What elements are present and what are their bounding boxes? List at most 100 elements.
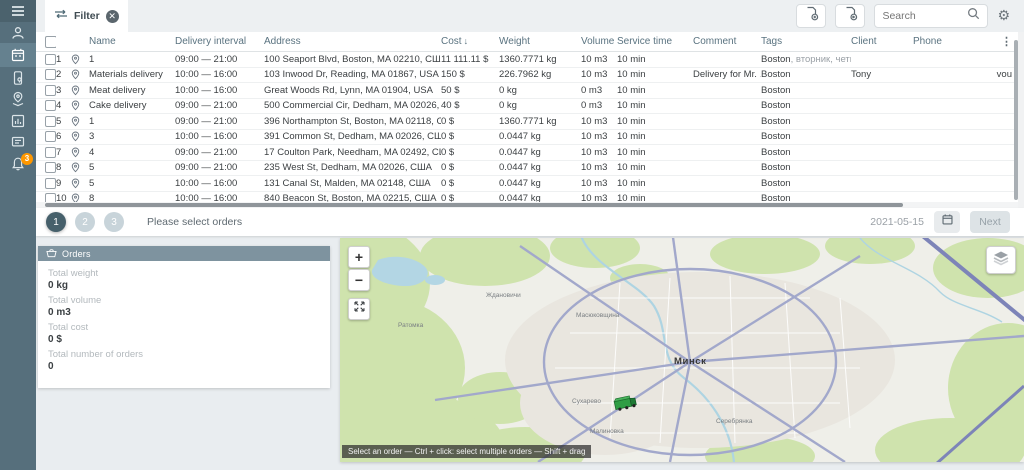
row-checkbox[interactable] [36, 147, 56, 158]
sidebar-item-dispatch[interactable] [0, 67, 36, 88]
summary-field: Total number of orders 0 [48, 349, 320, 372]
row-checkbox[interactable] [36, 116, 56, 127]
step-circle-1[interactable]: 1 [46, 212, 66, 232]
vertical-scrollbar-thumb[interactable] [1014, 40, 1018, 200]
row-checkbox[interactable] [36, 178, 56, 189]
row-checkbox[interactable] [36, 69, 56, 80]
table-row[interactable]: 3 Meat delivery 10:00 — 16:00 Great Wood… [36, 83, 1024, 99]
order-interval: 09:00 — 21:00 [175, 54, 264, 65]
settings-gear-icon[interactable]: ⚙ [997, 9, 1010, 23]
step-circle-2[interactable]: 2 [75, 212, 95, 232]
sidebar-item-reports[interactable] [0, 110, 36, 131]
next-button[interactable]: Next [970, 211, 1010, 233]
sidebar-item-users[interactable] [0, 22, 36, 43]
order-interval: 09:00 — 21:00 [175, 162, 264, 173]
horizontal-scrollbar-thumb[interactable] [45, 203, 903, 207]
table-row[interactable]: 6 3 10:00 — 16:00 391 Common St, Dedham,… [36, 130, 1024, 146]
search-input[interactable] [882, 10, 963, 22]
basket-icon [46, 245, 57, 263]
orders-table: Name Delivery interval Address Cost↓ Wei… [36, 32, 1024, 208]
map-layers-button[interactable] [986, 246, 1016, 274]
order-service-time: 10 min [617, 147, 693, 158]
toolbar-actions: ⚙ [796, 4, 1010, 28]
filter-clear-button[interactable]: ✕ [106, 10, 119, 23]
row-checkbox[interactable] [36, 85, 56, 96]
order-address: Great Woods Rd, Lynn, MA 01904, USA [264, 85, 441, 96]
order-tags: Boston [761, 193, 851, 202]
main-area: Filter ✕ [36, 0, 1024, 470]
order-cost: 0 $ [441, 147, 499, 158]
select-all-checkbox[interactable] [36, 36, 56, 48]
row-checkbox[interactable] [36, 193, 56, 202]
col-header-cost[interactable]: Cost↓ [441, 36, 499, 47]
order-name: Meat delivery [89, 85, 175, 96]
order-tags: Boston [761, 162, 851, 173]
order-weight: 0.0447 kg [499, 162, 581, 173]
order-address: 103 Inwood Dr, Reading, MA 01867, USA [264, 69, 441, 80]
col-header-weight[interactable]: Weight [499, 36, 581, 47]
filter-chip[interactable]: Filter ✕ [45, 0, 128, 32]
column-menu-icon[interactable]: ⋮ [1001, 36, 1012, 48]
table-row[interactable]: 2 Materials delivery 10:00 — 16:00 103 I… [36, 68, 1024, 84]
col-header-phone[interactable]: Phone [913, 36, 977, 47]
row-checkbox[interactable] [36, 54, 56, 65]
table-row[interactable]: 7 4 09:00 — 21:00 17 Coulton Park, Needh… [36, 145, 1024, 161]
order-weight: 226.7962 kg [499, 69, 581, 80]
vertical-scrollbar [1018, 32, 1024, 208]
table-row[interactable]: 5 1 09:00 — 21:00 396 Northampton St, Bo… [36, 114, 1024, 130]
order-cost: 50 $ [441, 85, 499, 96]
order-cost: 0 $ [441, 162, 499, 173]
col-header-address[interactable]: Address [264, 36, 441, 47]
map-district-label: Серебрянка [716, 418, 752, 425]
row-checkbox[interactable] [36, 131, 56, 142]
map-zoom-out-button[interactable]: − [348, 269, 370, 291]
sidebar-item-notifications[interactable]: 3 [0, 153, 36, 174]
map-district-label: Масюковщина [576, 312, 619, 319]
order-tags: Boston [761, 69, 851, 80]
summary-field: Total cost 0 $ [48, 322, 320, 345]
col-header-comment[interactable]: Comment [693, 36, 761, 47]
sidebar-item-routes[interactable] [0, 89, 36, 110]
table-row[interactable]: 4 Cake delivery 09:00 — 21:00 500 Commer… [36, 99, 1024, 115]
import-orders-button[interactable] [835, 4, 865, 28]
map[interactable]: Минск ЖдановичиРатомкаМасюковщинаСухарев… [340, 238, 1024, 462]
date-value[interactable]: 2021-05-15 [870, 216, 924, 228]
add-order-file-button[interactable] [796, 4, 826, 28]
col-header-interval[interactable]: Delivery interval [175, 36, 264, 47]
map-district-label: Ратомка [398, 322, 423, 329]
pin-icon [71, 178, 89, 189]
order-service-time: 10 min [617, 131, 693, 142]
hamburger-menu-button[interactable] [0, 0, 36, 22]
col-header-name[interactable]: Name [89, 36, 175, 47]
date-picker-button[interactable] [934, 211, 960, 233]
order-name: 1 [89, 116, 175, 127]
table-row[interactable]: 8 5 09:00 — 21:00 235 West St, Dedham, M… [36, 161, 1024, 177]
table-row[interactable]: 10 8 10:00 — 16:00 840 Beacon St, Boston… [36, 192, 1024, 203]
sidebar-item-orders[interactable] [0, 43, 36, 67]
map-zoom-in-button[interactable]: + [348, 246, 370, 268]
order-service-time: 10 min [617, 85, 693, 96]
col-header-tags[interactable]: Tags [761, 36, 851, 47]
col-header-service-time[interactable]: Service time [617, 36, 693, 47]
user-icon [10, 25, 26, 41]
map-fullscreen-button[interactable] [348, 298, 370, 320]
order-interval: 09:00 — 21:00 [175, 116, 264, 127]
row-number: 2 [56, 69, 71, 80]
table-row[interactable]: 1 1 09:00 — 21:00 100 Seaport Blvd, Bost… [36, 52, 1024, 68]
row-checkbox[interactable] [36, 100, 56, 111]
sidebar-item-messages[interactable] [0, 132, 36, 153]
row-checkbox[interactable] [36, 162, 56, 173]
order-name: 5 [89, 178, 175, 189]
step-circle-3[interactable]: 3 [104, 212, 124, 232]
file-import-icon [843, 6, 858, 26]
order-name: 8 [89, 193, 175, 202]
table-row[interactable]: 9 5 10:00 — 16:00 131 Canal St, Malden, … [36, 176, 1024, 192]
col-header-volume[interactable]: Volume [581, 36, 617, 47]
row-number: 3 [56, 85, 71, 96]
col-header-client[interactable]: Client [851, 36, 913, 47]
stepper-steps: 123 [46, 212, 133, 232]
order-weight: 0.0447 kg [499, 178, 581, 189]
order-weight: 0 kg [499, 100, 581, 111]
map-district-label: Ждановичи [486, 292, 521, 299]
pin-icon [71, 131, 89, 142]
